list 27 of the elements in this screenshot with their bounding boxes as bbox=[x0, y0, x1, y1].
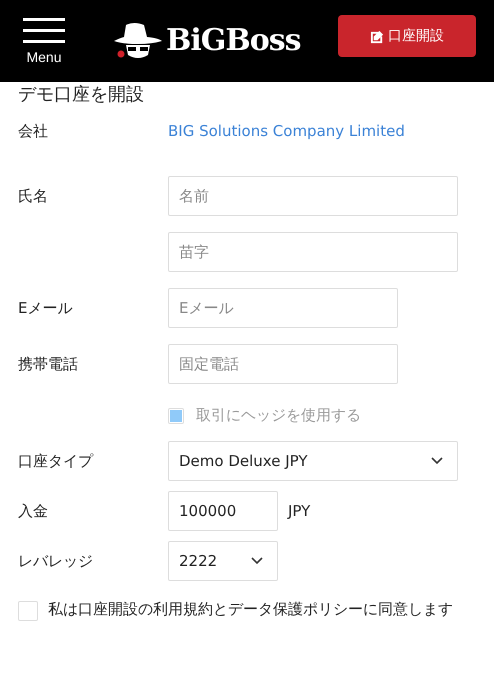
input-field[interactable]: Eメール bbox=[168, 288, 398, 328]
chevron-down-icon bbox=[251, 557, 263, 565]
field-label: レバレッジ bbox=[18, 551, 94, 572]
checkbox-label: 取引にヘッジを使用する bbox=[196, 406, 361, 425]
checkbox[interactable] bbox=[18, 601, 38, 621]
menu-button[interactable]: Menu bbox=[22, 18, 66, 64]
logo-text: BiGBoss bbox=[166, 22, 301, 60]
field-label: 会社 bbox=[18, 121, 49, 142]
input-field[interactable]: 名前 bbox=[168, 176, 458, 216]
select-field[interactable]: Demo Deluxe JPY bbox=[168, 441, 458, 481]
select-field[interactable]: 2222 bbox=[168, 541, 278, 581]
input-field[interactable]: 固定電話 bbox=[168, 344, 398, 384]
field-label: 携帯電話 bbox=[18, 354, 79, 375]
field-label: Eメール bbox=[18, 298, 74, 319]
field-label: 入金 bbox=[18, 501, 49, 522]
page-title: デモ口座を開設 bbox=[18, 84, 145, 106]
agreement-text: 私は口座開設の利用規約とデータ保護ポリシーに同意します bbox=[48, 599, 453, 620]
open-account-button[interactable]: 口座開設 bbox=[338, 15, 476, 57]
company-name: BIG Solutions Company Limited bbox=[168, 121, 405, 142]
edit-icon bbox=[370, 28, 385, 44]
input-field[interactable]: 苗字 bbox=[168, 232, 458, 272]
field-label: 口座タイプ bbox=[18, 451, 94, 472]
currency-label: JPY bbox=[288, 502, 310, 520]
chevron-down-icon bbox=[431, 457, 443, 465]
field-label: 氏名 bbox=[18, 186, 49, 207]
amount-field[interactable]: 100000 bbox=[168, 491, 278, 531]
hat-man-icon bbox=[112, 21, 164, 61]
